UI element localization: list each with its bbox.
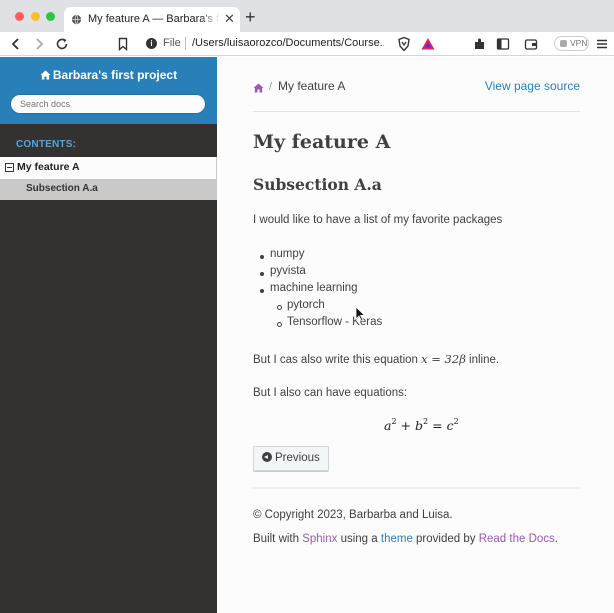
- brave-rewards-icon[interactable]: [420, 36, 436, 52]
- project-home-link[interactable]: Barbara's first project: [0, 68, 217, 82]
- footer-divider: [253, 487, 580, 489]
- brave-shield-icon[interactable]: [396, 36, 412, 52]
- vpn-icon: [560, 40, 567, 47]
- url-scheme-label: File: [163, 37, 181, 49]
- sidebar-toggle-icon[interactable]: [495, 36, 511, 52]
- project-title: Barbara's first project: [52, 68, 178, 82]
- bullet-circle: [277, 322, 282, 327]
- tab-close-icon[interactable]: ✕: [224, 12, 235, 25]
- browser-toolbar: i File /Users/luisaorozco/Documents/Cour…: [0, 32, 614, 56]
- bullet-disc: [260, 255, 264, 259]
- built-with-line: Built with Sphinx using a theme provided…: [253, 533, 558, 545]
- extensions-icon[interactable]: [472, 36, 488, 52]
- tab-title: My feature A — Barbara's first project d…: [88, 13, 220, 25]
- globe-icon: [71, 14, 82, 25]
- theme-link[interactable]: theme: [381, 533, 413, 545]
- view-page-source-link[interactable]: View page source: [485, 79, 580, 93]
- docs-sidebar: Barbara's first project CONTENTS: My fea…: [0, 57, 217, 613]
- inline-math-paragraph: But I cas also write this equation x = 3…: [253, 352, 499, 366]
- reload-icon[interactable]: [54, 36, 70, 52]
- sidebar-header: Barbara's first project: [0, 57, 217, 124]
- bullet-disc: [260, 272, 264, 276]
- section-heading: Subsection A.a: [253, 175, 382, 194]
- search-input[interactable]: [10, 94, 206, 114]
- previous-button-label: Previous: [275, 452, 320, 464]
- copyright: © Copyright 2023, Barbarba and Luisa.: [253, 509, 453, 521]
- bullet-circle: [277, 305, 282, 310]
- vpn-label: VPN: [570, 38, 588, 48]
- intro-paragraph: I would like to have a list of my favori…: [253, 214, 503, 226]
- mouse-cursor-icon: [355, 306, 365, 322]
- nav-item-label: My feature A: [17, 161, 80, 173]
- info-icon[interactable]: i: [146, 38, 157, 49]
- list-item: pyvista: [270, 265, 306, 277]
- wallet-icon[interactable]: [523, 36, 539, 52]
- inline-math: x = 32β: [421, 352, 466, 366]
- browser-tab-bar: My feature A — Barbara's first project d…: [0, 0, 614, 32]
- breadcrumb-home-icon[interactable]: [253, 83, 264, 93]
- home-icon: [40, 70, 51, 80]
- list-item: machine learning: [270, 282, 358, 294]
- maximize-window-button[interactable]: [46, 12, 55, 21]
- inline-text-before: But I cas also write this equation: [253, 354, 422, 366]
- breadcrumb-current: My feature A: [278, 79, 346, 93]
- new-tab-button[interactable]: +: [245, 8, 256, 26]
- nav-item-subsection-a-a[interactable]: Subsection A.a: [0, 179, 217, 200]
- browser-tab-active[interactable]: My feature A — Barbara's first project d…: [64, 7, 240, 32]
- page-title: My feature A: [253, 131, 391, 153]
- back-icon[interactable]: [8, 36, 24, 52]
- contents-caption: CONTENTS:: [16, 139, 77, 150]
- main-content: / My feature A View page source My featu…: [217, 57, 614, 613]
- display-equation: a2 + b2 = c2: [384, 417, 459, 433]
- breadcrumb-separator: /: [269, 81, 273, 93]
- bookmark-icon[interactable]: [115, 36, 131, 52]
- previous-button[interactable]: Previous: [253, 446, 329, 471]
- menu-icon[interactable]: [594, 36, 610, 52]
- list-item: numpy: [270, 248, 305, 260]
- nav-item-my-feature-a[interactable]: My feature A: [0, 157, 217, 179]
- read-the-docs-link[interactable]: Read the Docs: [479, 533, 555, 545]
- url-separator: [185, 37, 186, 50]
- nav-item-label: Subsection A.a: [26, 183, 98, 194]
- inline-text-after: inline.: [465, 354, 500, 366]
- minimize-window-button[interactable]: [31, 12, 40, 21]
- url-text[interactable]: /Users/luisaorozco/Documents/Course...: [192, 37, 384, 49]
- vpn-button[interactable]: VPN: [554, 36, 589, 51]
- sphinx-link[interactable]: Sphinx: [302, 533, 337, 545]
- collapse-icon[interactable]: [5, 163, 14, 172]
- address-bar[interactable]: i File /Users/luisaorozco/Documents/Cour…: [141, 34, 387, 54]
- forward-icon[interactable]: [31, 36, 47, 52]
- sublist-item: pytorch: [287, 299, 325, 311]
- divider: [253, 111, 580, 112]
- equations-paragraph: But I also can have equations:: [253, 387, 408, 399]
- close-window-button[interactable]: [15, 12, 24, 21]
- bullet-disc: [260, 289, 264, 293]
- sublist-item: Tensorflow - Keras: [287, 316, 383, 328]
- arrow-circle-left-icon: [262, 452, 272, 462]
